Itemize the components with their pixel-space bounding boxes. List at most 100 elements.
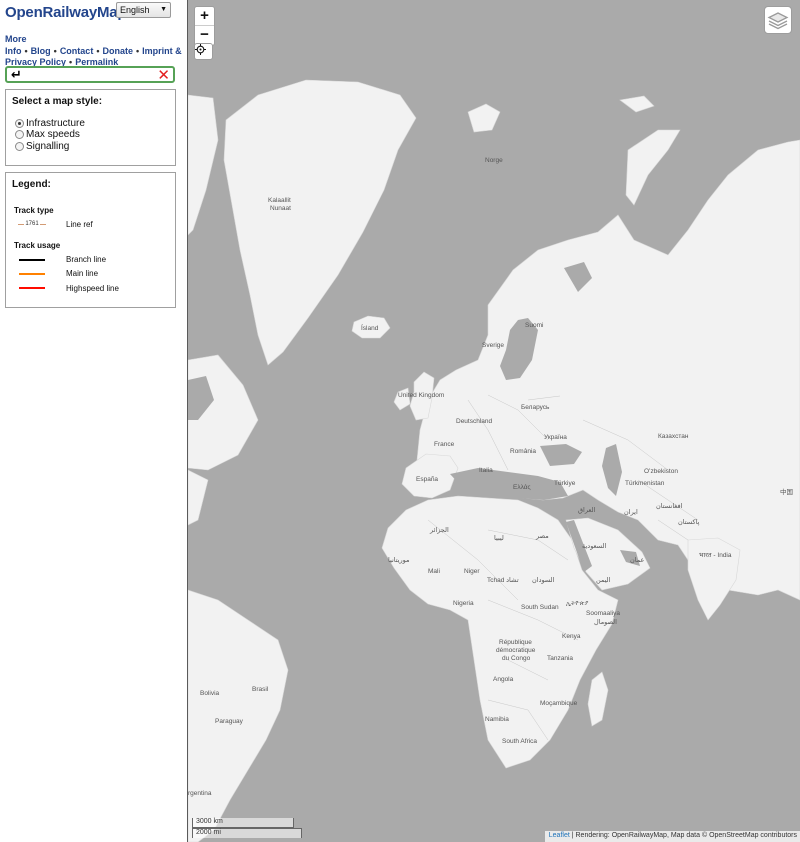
map-label: الجزائر — [430, 527, 449, 534]
blog-link[interactable]: Blog — [31, 46, 51, 56]
map-label: Tanzania — [547, 655, 574, 662]
map-label: پاکستان — [678, 519, 700, 526]
map-label: Türkiye — [554, 480, 576, 487]
radio-button[interactable] — [15, 129, 24, 139]
highspeed-line-swatch — [19, 287, 45, 289]
map-label: Україна — [544, 434, 567, 441]
radio-button[interactable] — [15, 141, 24, 151]
map-attribution: Leaflet | Rendering: OpenRailwayMap, Map… — [544, 831, 800, 842]
app-root: OpenRailwayMap English ▼ More Info • Blog •… — [0, 0, 800, 842]
map-label: Suomi — [525, 322, 544, 329]
map-label: Oʻzbekiston — [644, 468, 678, 475]
map-label: Kalaallit — [268, 197, 291, 204]
map-style-title: Select a map style: — [12, 96, 103, 107]
map-label: Paraguay — [215, 718, 243, 725]
legend-title: Legend: — [12, 179, 51, 190]
map-label: Nigeria — [453, 600, 474, 607]
map-label: Tchad تشاد — [487, 577, 519, 584]
map-label: South Africa — [502, 738, 538, 745]
landmass-north-america-coast — [188, 469, 209, 526]
zoom-in-button[interactable]: + — [195, 7, 214, 26]
map-label: España — [416, 476, 439, 483]
map-label: افغانستان — [656, 503, 683, 510]
search-input[interactable]: ↵ ✕ — [5, 66, 175, 84]
map-label: Ísland — [361, 325, 379, 332]
legend-item-branch-line: Branch line — [66, 255, 107, 264]
map-label: Italia — [479, 467, 493, 474]
map-label: اليمن — [596, 577, 611, 584]
map-label: भारत - India — [699, 552, 732, 559]
site-title[interactable]: OpenRailwayMap — [5, 4, 127, 21]
language-select-value: English — [120, 5, 150, 15]
map-label: rgentina — [188, 790, 212, 797]
landmass-novaya-zemlya — [625, 129, 681, 206]
donate-link[interactable]: Donate — [102, 46, 133, 56]
nav-links: More Info • Blog • Contact • Donate • Imprint & … — [5, 34, 187, 69]
map-label: السعودية — [582, 543, 607, 550]
line-ref-label: Line ref — [66, 220, 93, 229]
sidebar: OpenRailwayMap English ▼ More Info • Blog •… — [0, 0, 188, 842]
brand-row: OpenRailwayMap English ▼ — [5, 2, 183, 26]
contact-link[interactable]: Contact — [60, 46, 94, 56]
language-select[interactable]: English ▼ — [116, 2, 171, 18]
search-input-value: ↵ — [11, 67, 22, 82]
radio-button[interactable] — [15, 118, 24, 128]
map-label: Niger — [464, 568, 480, 575]
map-label: موريتانيا — [388, 557, 410, 564]
map-label: du Congo — [502, 655, 531, 662]
style-option-max-speeds[interactable]: Max speeds — [15, 128, 80, 140]
scale-bar-mi: 2000 mi — [192, 828, 302, 838]
map-label: ایران — [624, 509, 638, 516]
map-label: مصر — [536, 533, 549, 540]
imprint-link[interactable]: Imprint & — [142, 46, 182, 56]
map-label: ኢትዮጵያ — [566, 600, 589, 607]
map-label: Türkmenistan — [625, 480, 665, 487]
landmass-south-america — [188, 589, 289, 842]
map-label: France — [434, 441, 455, 448]
layers-button[interactable] — [764, 6, 792, 34]
map-label: South Sudan — [521, 604, 559, 611]
landmass-svalbard — [467, 103, 501, 133]
locate-me-button[interactable] — [194, 43, 213, 60]
map-label: ليبيا — [494, 535, 504, 542]
map-label: Казахстан — [658, 433, 689, 440]
map-label: Беларусь — [521, 404, 550, 411]
bullet-separator: • — [53, 45, 57, 56]
crosshair-icon — [195, 44, 206, 55]
line-ref-sample: 1761 — [18, 220, 46, 228]
leaflet-link[interactable]: Leaflet — [549, 832, 570, 839]
legend-panel: Legend: Track type 1761 Line ref Track u… — [5, 172, 176, 308]
map-label: Mali — [428, 568, 440, 575]
legend-item-highspeed-line: Highspeed line — [66, 284, 119, 293]
clear-search-icon[interactable]: ✕ — [157, 66, 170, 84]
landmass-franz-josef — [619, 95, 655, 113]
map-label: Deutschland — [456, 418, 493, 425]
map-label: الصومال — [594, 619, 617, 626]
zoom-control: + − — [194, 6, 215, 46]
style-option-signalling[interactable]: Signalling — [15, 140, 69, 152]
map-label: عمان — [630, 557, 645, 564]
map-label: Kenya — [562, 633, 581, 640]
map-label: Norge — [485, 157, 503, 164]
main-line-swatch — [19, 273, 45, 275]
map-label: العراق — [578, 507, 596, 514]
branch-line-swatch — [19, 259, 45, 261]
landmass-canada-arctic — [188, 94, 219, 236]
track-usage-heading: Track usage — [14, 241, 61, 250]
map-label: Nunaat — [270, 205, 291, 212]
track-type-heading: Track type — [14, 206, 54, 215]
map-label: Soomaaliya — [586, 610, 620, 617]
map-label: România — [510, 448, 537, 455]
map-label: Angola — [493, 676, 514, 683]
style-option-label: Signalling — [26, 140, 70, 152]
landmass-greenland — [223, 79, 417, 366]
landmass-madagascar — [587, 671, 609, 727]
style-option-label: Max speeds — [26, 128, 80, 140]
map-label: السودان — [532, 577, 555, 584]
map-label: démocratique — [496, 647, 536, 654]
map-style-panel: Select a map style: Infrastructure Max s… — [5, 89, 176, 166]
chevron-down-icon: ▼ — [160, 6, 167, 13]
bullet-separator: • — [24, 45, 28, 56]
map-label: Sverige — [482, 342, 505, 349]
map-canvas[interactable]: Kalaallit Nunaat Ísland Norge Suomi Sver… — [188, 0, 800, 842]
